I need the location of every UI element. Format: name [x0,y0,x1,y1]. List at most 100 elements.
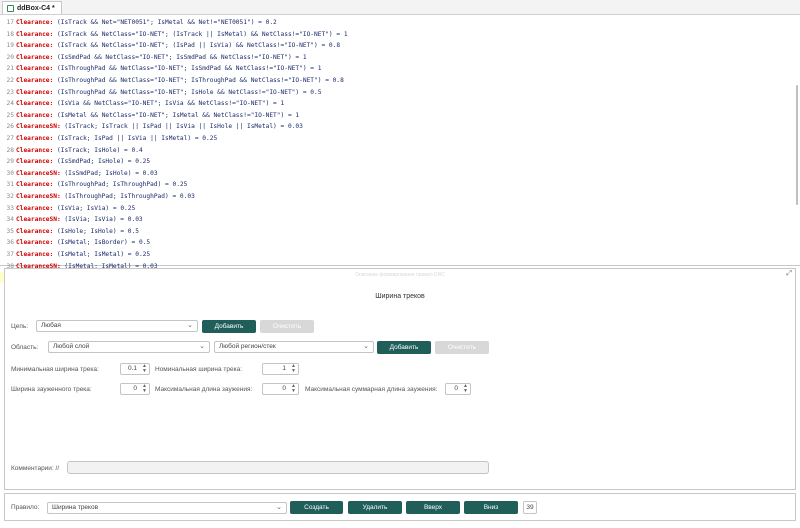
rule-keyword: Clearance: [16,100,54,108]
neck-width-stepper[interactable]: 0 ▲ ▼ [120,383,150,395]
line-number: 34 [6,216,14,224]
code-line[interactable]: 18 Clearance: (IsTrack && NetClass="IO-NE… [0,29,790,40]
code-line[interactable]: 37 Clearance: (IsMetal; IsMetal) = 0.25 [0,249,790,260]
move-down-button[interactable]: Вниз [464,501,518,514]
create-button[interactable]: Создать [290,501,343,514]
code-line[interactable]: 32 ClearanceSN: (IsThroughPad; IsThroughP… [0,191,790,202]
code-line[interactable]: 24 Clearance: (IsVia && NetClass="IO-NET"… [0,98,790,109]
line-number: 33 [6,204,14,212]
rule-keyword: ClearanceSN: [16,169,61,177]
rule-expression: (IsVia; IsVia) = 0.03 [60,216,143,224]
stepper-arrows-icon[interactable]: ▲ ▼ [142,364,147,374]
line-number: 18 [6,30,14,38]
rule-settings-panel: Описание формирования правил DRC ⤢ Ширин… [4,268,796,490]
code-line[interactable]: 23 Clearance: (IsThroughPad && NetClass="… [0,87,790,98]
rule-keyword: Clearance: [16,135,54,142]
rule-select-value: Ширина треков [52,504,99,511]
code-line[interactable]: 27 Clearance: (IsTrack; IsPad || IsVia ||… [0,133,790,144]
code-line[interactable]: 29 Clearance: (IsSmdPad; IsHole) = 0.25 [0,156,790,167]
rule-label: Правило: [11,504,40,511]
code-line[interactable]: 21 Clearance: (IsThroughPad && NetClass="… [0,63,790,74]
neck-max-length-value: 0 [282,385,286,392]
rule-keyword: Clearance: [16,42,54,50]
nominal-width-stepper[interactable]: 1 ▲ ▼ [262,363,299,375]
stepper-arrows-icon[interactable]: ▲ ▼ [142,384,147,394]
line-number: 23 [6,88,14,96]
editor-scrollbar[interactable] [796,85,798,205]
line-number: 30 [6,169,14,177]
line-number: 17 [6,19,14,26]
neck-max-length-stepper[interactable]: 0 ▲ ▼ [262,383,299,395]
line-number: 26 [6,123,14,131]
target-add-button[interactable]: Добавить [202,320,256,333]
rule-keyword: Clearance: [16,204,54,212]
panel-title: Ширина треков [375,293,425,300]
neck-width-value: 0 [133,385,137,392]
comment-input[interactable] [67,461,489,474]
rules-code-editor[interactable]: 17 Clearance: (IsTrack && Net="NET0051"; … [0,15,800,284]
code-line[interactable]: 35 Clearance: (IsHole; IsHole) = 0.5 [0,226,790,237]
area-add-button[interactable]: Добавить [377,341,431,354]
rule-select[interactable]: Ширина треков ⌄ [47,502,287,514]
code-line[interactable]: 28 Clearance: (IsTrack; IsHole) = 0.4 [0,145,790,156]
rule-expression: (IsThroughPad; IsThroughPad) = 0.03 [60,193,195,200]
code-line[interactable]: 36 Clearance: (IsMetal; IsBorder) = 0.5 [0,237,790,248]
move-up-button[interactable]: Вверх [406,501,460,514]
rule-expression: (IsThroughPad && NetClass="IO-NET"; IsSm… [53,65,322,73]
line-number: 36 [6,239,14,247]
rule-keyword: Clearance: [16,19,54,26]
rule-expression: (IsTrack; IsHole) = 0.4 [53,146,143,154]
rule-expression: (IsSmdPad && NetClass="IO-NET"; IsSmdPad… [53,53,307,61]
target-clear-button[interactable]: Очистить [260,320,314,333]
line-number: 21 [6,65,14,73]
min-width-value: 0.1 [127,365,137,372]
rule-expression: (IsThroughPad && NetClass="IO-NET"; IsHo… [53,88,322,96]
code-line[interactable]: 25 Clearance: (IsMetal && NetClass="IO-NE… [0,110,790,121]
chevron-down-icon: ⌄ [187,322,193,329]
neck-total-length-label: Максимальная суммарная длина заужения: [305,386,438,393]
rule-keyword: ClearanceSN: [16,193,61,200]
neck-total-length-stepper[interactable]: 0 ▲ ▼ [445,383,471,395]
delete-button[interactable]: Удалить [348,501,402,514]
rule-expression: (IsThroughPad; IsThroughPad) = 0.25 [53,181,188,189]
layer-select[interactable]: Любой слой ⌄ [48,341,210,353]
code-line[interactable]: 26 ClearanceSN: (IsTrack; IsTrack || IsPa… [0,121,790,132]
neck-width-label: Ширина зауженного трека: [11,386,92,393]
code-line[interactable]: 34 ClearanceSN: (IsVia; IsVia) = 0.03 [0,214,790,225]
rule-toolbar: Правило: Ширина треков ⌄ Создать Удалить… [4,493,796,521]
line-number: 31 [6,181,14,189]
rule-expression: (IsTrack && Net="NET0051"; IsMetal && Ne… [53,19,277,26]
code-line[interactable]: 22 Clearance: (IsThroughPad && NetClass="… [0,75,790,86]
rule-keyword: Clearance: [16,65,54,73]
stepper-arrows-icon[interactable]: ▲ ▼ [291,384,296,394]
rule-expression: (IsTrack && NetClass="IO-NET"; (IsTrack … [53,30,348,38]
code-line[interactable]: 31 Clearance: (IsThroughPad; IsThroughPad… [0,179,790,190]
nominal-width-value: 1 [282,365,286,372]
rule-expression: (IsHole; IsHole) = 0.5 [53,227,139,235]
code-line[interactable]: 30 ClearanceSN: (IsSmdPad; IsHole) = 0.03 [0,168,790,179]
rule-count: 39 [523,501,537,514]
neck-max-length-label: Максимальная длина заужения: [155,386,253,393]
stepper-arrows-icon[interactable]: ▲ ▼ [291,364,296,374]
rule-keyword: Clearance: [16,30,54,38]
rule-expression: (IsTrack; IsTrack || IsPad || IsVia || I… [60,123,303,131]
code-line[interactable]: 17 Clearance: (IsTrack && Net="NET0051"; … [0,17,790,28]
rule-expression: (IsMetal && NetClass="IO-NET"; IsMetal &… [53,111,300,119]
target-select[interactable]: Любая ⌄ [36,320,198,332]
stepper-arrows-icon[interactable]: ▲ ▼ [463,384,468,394]
rule-keyword: Clearance: [16,158,54,166]
area-clear-button[interactable]: Очистить [435,341,489,354]
region-select[interactable]: Любой регион/стек ⌄ [214,341,374,353]
area-label: Область: [11,344,39,351]
min-width-stepper[interactable]: 0.1 ▲ ▼ [120,363,150,375]
tab-ddbox[interactable]: ddBox-C4 * [2,1,62,14]
rule-keyword: Clearance: [16,53,54,61]
rule-expression: (IsMetal; IsBorder) = 0.5 [53,239,151,247]
code-line[interactable]: 33 Clearance: (IsVia; IsVia) = 0.25 [0,203,790,214]
code-line[interactable]: 19 Clearance: (IsTrack && NetClass="IO-NE… [0,40,790,51]
rule-expression: (IsSmdPad; IsHole) = 0.03 [60,169,158,177]
code-line[interactable]: 20 Clearance: (IsSmdPad && NetClass="IO-N… [0,52,790,63]
rule-keyword: Clearance: [16,111,54,119]
expand-icon[interactable]: ⤢ [786,270,792,278]
rule-keyword: Clearance: [16,181,54,189]
